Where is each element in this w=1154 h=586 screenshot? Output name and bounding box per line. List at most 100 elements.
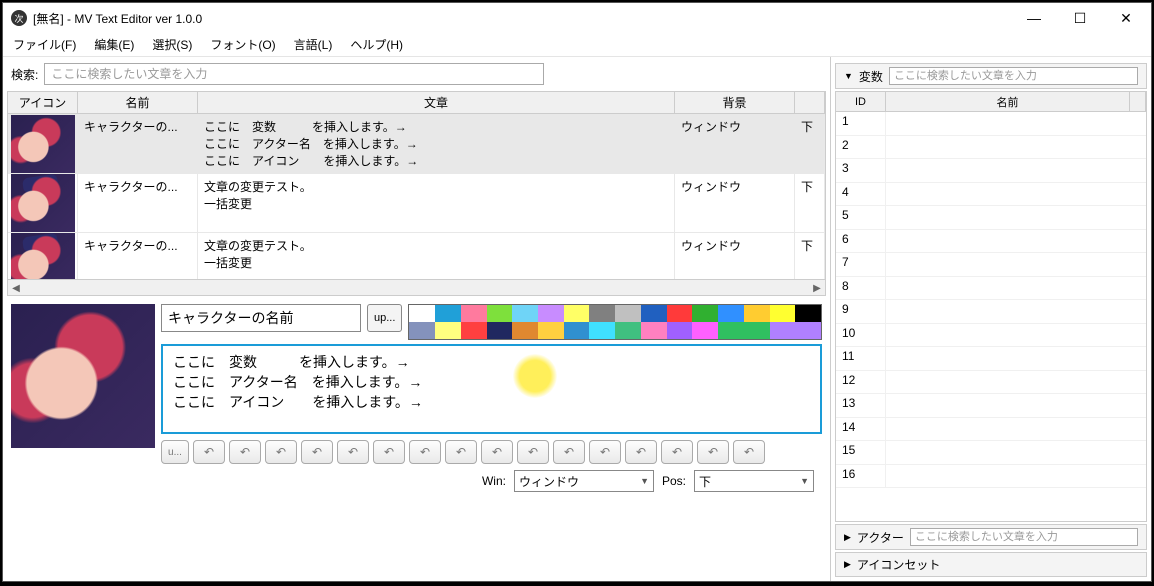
color-swatch[interactable] <box>435 305 461 322</box>
menu-help[interactable]: ヘルプ(H) <box>350 36 403 53</box>
variable-row[interactable]: 4 <box>836 183 1146 207</box>
var-col-id[interactable]: ID <box>836 92 886 111</box>
color-swatch[interactable] <box>744 322 770 339</box>
history-button-1[interactable]: ↶ <box>193 440 225 464</box>
variable-row[interactable]: 13 <box>836 394 1146 418</box>
actors-search-input[interactable] <box>910 528 1138 546</box>
grid-hscroll[interactable]: ◀ ▶ <box>8 279 825 295</box>
character-name-input[interactable] <box>161 304 361 332</box>
color-swatch[interactable] <box>487 305 513 322</box>
variable-row[interactable]: 7 <box>836 253 1146 277</box>
variable-row[interactable]: 6 <box>836 230 1146 254</box>
history-button-15[interactable]: ↶ <box>697 440 729 464</box>
variable-row[interactable]: 10 <box>836 324 1146 348</box>
face-portrait[interactable] <box>11 304 155 573</box>
color-swatch[interactable] <box>692 305 718 322</box>
history-button-8[interactable]: ↶ <box>445 440 477 464</box>
color-swatch[interactable] <box>564 305 590 322</box>
variables-accordion[interactable]: ▼ 変数 <box>835 63 1147 89</box>
minimize-button[interactable]: — <box>1011 3 1057 33</box>
col-background[interactable]: 背景 <box>675 92 795 113</box>
menu-font[interactable]: フォント(O) <box>210 36 275 53</box>
color-swatch[interactable] <box>409 305 435 322</box>
variable-row[interactable]: 2 <box>836 136 1146 160</box>
menu-edit[interactable]: 編集(E) <box>94 36 134 53</box>
color-swatch[interactable] <box>641 322 667 339</box>
menu-language[interactable]: 言語(L) <box>294 36 333 53</box>
color-swatch[interactable] <box>564 322 590 339</box>
color-swatch[interactable] <box>667 322 693 339</box>
variable-row[interactable]: 16 <box>836 465 1146 489</box>
col-position[interactable] <box>795 92 825 113</box>
position-select[interactable]: 下 ▼ <box>694 470 814 492</box>
variable-row[interactable]: 1 <box>836 112 1146 136</box>
table-row[interactable]: キャラクターの...文章の変更テスト。 一括変更ウィンドウ下 <box>8 233 825 279</box>
variable-row[interactable]: 3 <box>836 159 1146 183</box>
maximize-button[interactable]: ☐ <box>1057 3 1103 33</box>
undo-button[interactable]: u... <box>161 440 189 464</box>
variable-row[interactable]: 14 <box>836 418 1146 442</box>
history-button-6[interactable]: ↶ <box>373 440 405 464</box>
color-swatch[interactable] <box>512 305 538 322</box>
message-textarea[interactable]: ここに 変数 を挿入します。→ ここに アクター名 を挿入します。→ ここに ア… <box>161 344 822 434</box>
variable-row[interactable]: 5 <box>836 206 1146 230</box>
history-button-16[interactable]: ↶ <box>733 440 765 464</box>
color-swatch[interactable] <box>692 322 718 339</box>
col-icon[interactable]: アイコン <box>8 92 78 113</box>
var-col-name[interactable]: 名前 <box>886 92 1130 111</box>
color-swatch[interactable] <box>461 305 487 322</box>
color-swatch[interactable] <box>770 322 796 339</box>
color-swatch[interactable] <box>538 322 564 339</box>
variable-row[interactable]: 12 <box>836 371 1146 395</box>
search-input[interactable] <box>44 63 544 85</box>
history-button-2[interactable]: ↶ <box>229 440 261 464</box>
color-swatch[interactable] <box>409 322 435 339</box>
color-swatch[interactable] <box>770 305 796 322</box>
iconset-accordion[interactable]: ▶ アイコンセット <box>835 552 1147 577</box>
scroll-right-icon[interactable]: ▶ <box>809 280 825 296</box>
actors-accordion[interactable]: ▶ アクター <box>835 524 1147 550</box>
menu-select[interactable]: 選択(S) <box>152 36 192 53</box>
history-button-13[interactable]: ↶ <box>625 440 657 464</box>
history-button-3[interactable]: ↶ <box>265 440 297 464</box>
table-row[interactable]: キャラクターの...文章の変更テスト。 一括変更ウィンドウ下 <box>8 174 825 233</box>
color-swatch[interactable] <box>487 322 513 339</box>
history-button-10[interactable]: ↶ <box>517 440 549 464</box>
variables-search-input[interactable] <box>889 67 1138 85</box>
history-button-9[interactable]: ↶ <box>481 440 513 464</box>
history-button-14[interactable]: ↶ <box>661 440 693 464</box>
color-swatch[interactable] <box>512 322 538 339</box>
variable-row[interactable]: 11 <box>836 347 1146 371</box>
color-swatch[interactable] <box>589 322 615 339</box>
color-swatch[interactable] <box>461 322 487 339</box>
close-button[interactable]: ✕ <box>1103 3 1149 33</box>
color-swatch[interactable] <box>538 305 564 322</box>
color-swatch[interactable] <box>795 305 821 322</box>
color-swatch[interactable] <box>589 305 615 322</box>
color-swatch[interactable] <box>667 305 693 322</box>
history-button-11[interactable]: ↶ <box>553 440 585 464</box>
history-button-12[interactable]: ↶ <box>589 440 621 464</box>
variable-row[interactable]: 8 <box>836 277 1146 301</box>
scroll-left-icon[interactable]: ◀ <box>8 280 24 296</box>
col-text[interactable]: 文章 <box>198 92 675 113</box>
color-swatch[interactable] <box>615 305 641 322</box>
color-swatch[interactable] <box>795 322 821 339</box>
history-button-4[interactable]: ↶ <box>301 440 333 464</box>
color-swatch[interactable] <box>435 322 461 339</box>
color-swatch[interactable] <box>641 305 667 322</box>
color-swatch[interactable] <box>718 305 744 322</box>
variable-row[interactable]: 15 <box>836 441 1146 465</box>
history-button-7[interactable]: ↶ <box>409 440 441 464</box>
variable-row[interactable]: 9 <box>836 300 1146 324</box>
color-swatch[interactable] <box>615 322 641 339</box>
color-swatch[interactable] <box>744 305 770 322</box>
table-row[interactable]: キャラクターの...ここに 変数 を挿入します。→ ここに アクター名 を挿入し… <box>8 114 825 174</box>
title-bar[interactable]: 次 [無名] - MV Text Editor ver 1.0.0 — ☐ ✕ <box>3 3 1151 33</box>
menu-file[interactable]: ファイル(F) <box>13 36 76 53</box>
col-name[interactable]: 名前 <box>78 92 198 113</box>
history-button-5[interactable]: ↶ <box>337 440 369 464</box>
update-button[interactable]: up... <box>367 304 402 332</box>
color-swatch[interactable] <box>718 322 744 339</box>
window-type-select[interactable]: ウィンドウ ▼ <box>514 470 654 492</box>
